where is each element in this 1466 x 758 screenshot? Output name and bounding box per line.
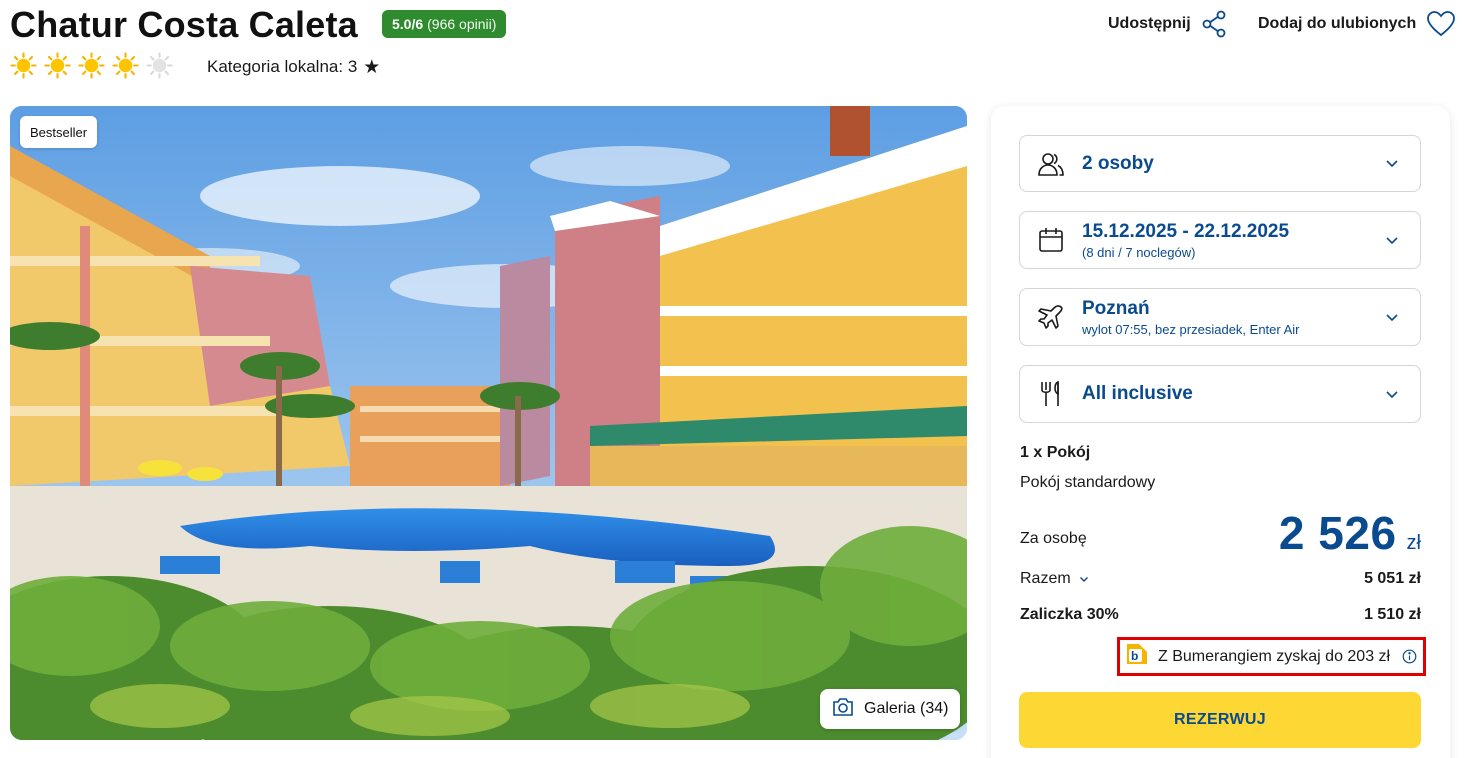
board-select[interactable]: All inclusive xyxy=(1019,365,1421,423)
bumerang-promo[interactable]: b Z Bumerangiem zyskaj do 203 zł xyxy=(1117,637,1426,676)
hotel-title: Chatur Costa Caleta xyxy=(10,4,358,45)
per-person-price: 2 526 zł xyxy=(1279,506,1421,560)
plane-icon xyxy=(1020,303,1082,331)
star-icon: ★ xyxy=(363,56,381,78)
duration-value: (8 dni / 7 noclegów) xyxy=(1082,244,1196,260)
persons-value: 2 osoby xyxy=(1082,152,1154,174)
bestseller-badge: Bestseller xyxy=(20,116,98,148)
bumerang-text: Z Bumerangiem zyskaj do 203 zł xyxy=(1158,647,1391,665)
price-amount: 2 526 xyxy=(1278,507,1397,559)
room-type: Pokój standardowy xyxy=(1020,474,1156,491)
heart-icon xyxy=(1426,10,1456,38)
dates-select[interactable]: 15.12.2025 - 22.12.2025 (8 dni / 7 nocle… xyxy=(1019,211,1421,269)
favorite-label: Dodaj do ulubionych xyxy=(1258,15,1417,32)
calendar-icon xyxy=(1020,226,1082,254)
flight-info: wylot 07:55, bez przesiadek, Enter Air xyxy=(1082,321,1300,337)
deposit-value: 1 510 zł xyxy=(1364,606,1421,623)
total-value: 5 051 zł xyxy=(1364,570,1421,587)
sun-icon-empty xyxy=(146,52,173,79)
cutlery-icon xyxy=(1020,380,1082,408)
per-person-label: Za osobę xyxy=(1020,530,1087,547)
board-value: All inclusive xyxy=(1082,383,1193,404)
sun-icon xyxy=(112,52,139,79)
rating-reviews: (966 opinii) xyxy=(427,16,497,32)
rating-score: 5.0/6 xyxy=(392,16,424,32)
reserve-button[interactable]: REZERWUJ xyxy=(1019,692,1421,748)
local-category-label: Kategoria lokalna: 3 xyxy=(207,57,358,76)
total-toggle[interactable]: Razem xyxy=(1020,570,1089,588)
chevron-down-icon xyxy=(1364,236,1420,245)
local-category: Kategoria lokalna: 3 ★ xyxy=(207,57,380,77)
sun-icon xyxy=(44,52,71,79)
departure-select[interactable]: Poznań wylot 07:55, bez przesiadek, Ente… xyxy=(1019,288,1421,346)
total-label: Razem xyxy=(1020,570,1071,587)
room-count: 1 x Pokój xyxy=(1020,444,1091,461)
camera-icon xyxy=(832,697,854,722)
share-button[interactable]: Udostępnij xyxy=(1108,10,1227,38)
bumerang-logo: b xyxy=(1124,641,1150,672)
chevron-down-icon xyxy=(1364,159,1420,168)
info-icon[interactable] xyxy=(1402,649,1417,669)
share-label: Udostępnij xyxy=(1108,15,1191,32)
users-icon xyxy=(1020,150,1082,178)
gallery-button[interactable]: Galeria (34) xyxy=(820,689,961,729)
hotel-photo[interactable] xyxy=(10,106,967,740)
sun-icon xyxy=(10,52,37,79)
dates-value: 15.12.2025 - 22.12.2025 xyxy=(1082,220,1290,242)
chevron-down-icon xyxy=(1364,313,1420,322)
rating-badge[interactable]: 5.0/6 (966 opinii) xyxy=(382,10,507,38)
chevron-down-icon xyxy=(1079,570,1089,588)
gallery-label: Galeria (34) xyxy=(864,700,949,717)
chevron-down-icon xyxy=(1364,390,1420,399)
sun-rating xyxy=(10,52,173,79)
svg-text:b: b xyxy=(1131,649,1138,663)
deposit-label: Zaliczka 30% xyxy=(1020,606,1119,623)
favorite-button[interactable]: Dodaj do ulubionych xyxy=(1258,10,1456,38)
share-icon xyxy=(1201,10,1227,38)
persons-select[interactable]: 2 osoby xyxy=(1019,135,1421,192)
departure-city: Poznań xyxy=(1082,297,1150,319)
price-currency: zł xyxy=(1406,532,1421,554)
sun-icon xyxy=(78,52,105,79)
